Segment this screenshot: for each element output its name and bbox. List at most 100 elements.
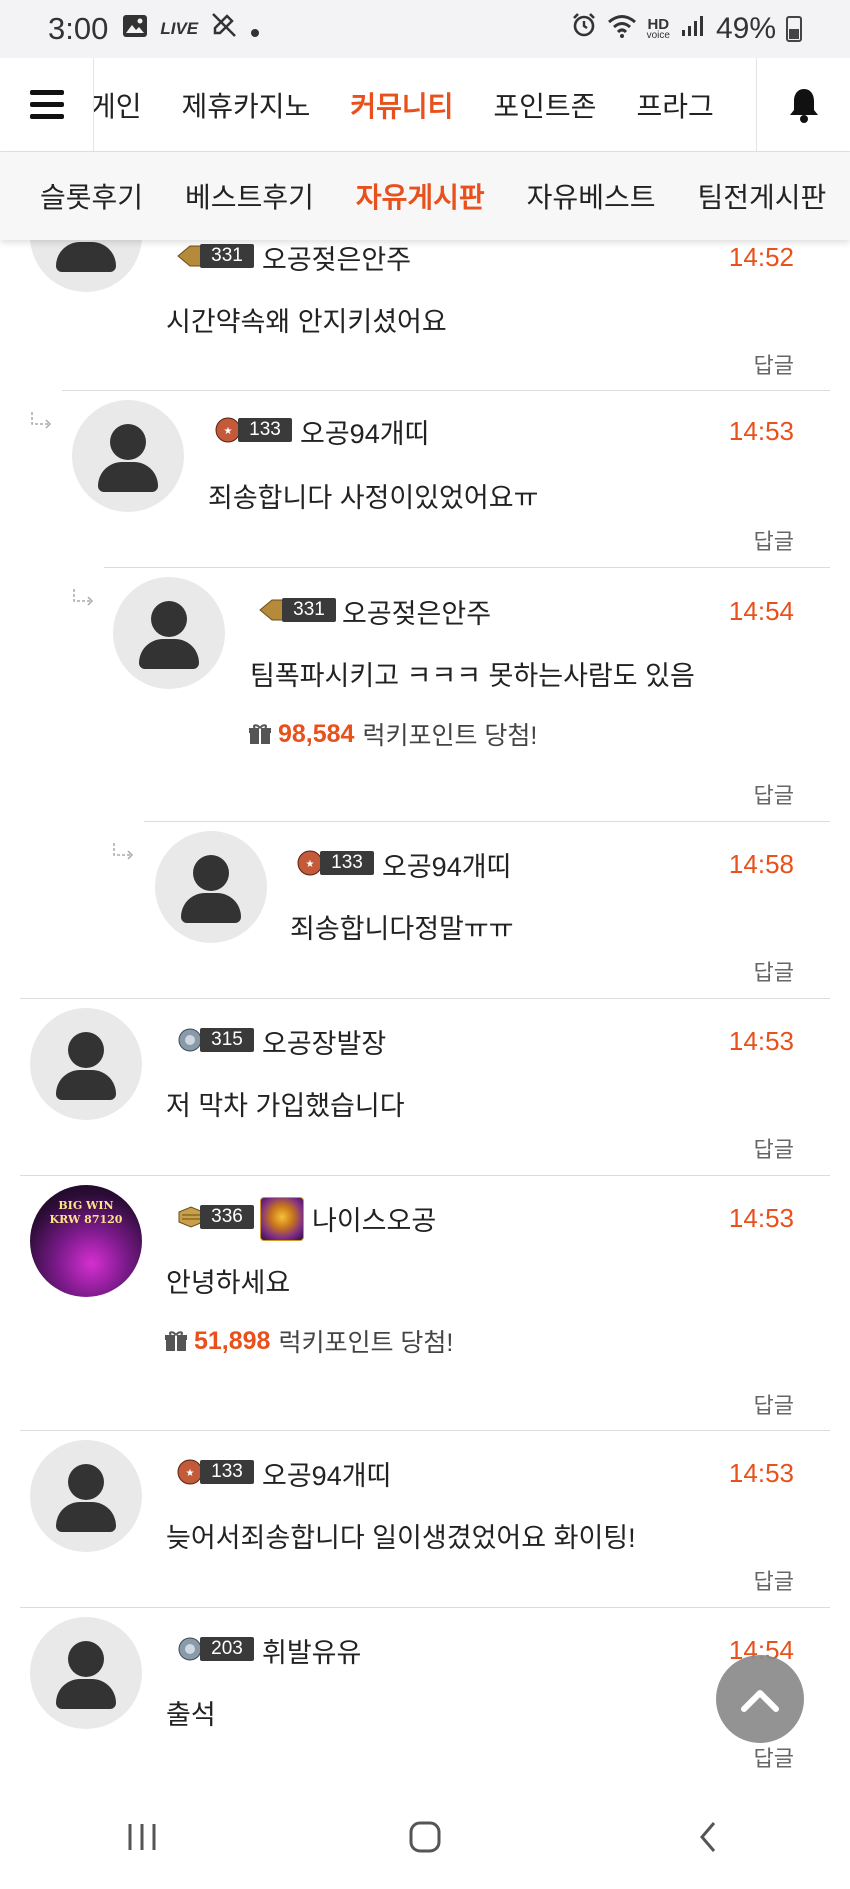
battery-icon: [786, 16, 802, 42]
sub-nav: 슬롯후기 베스트후기 자유게시판 자유베스트 팀전게시판: [0, 152, 850, 240]
alarm-icon: [571, 12, 597, 46]
reply-button[interactable]: 답글: [754, 1132, 794, 1164]
dot-icon: [250, 12, 260, 46]
reply-button[interactable]: 답글: [754, 778, 794, 810]
wifi-icon: [607, 12, 637, 46]
divider: [20, 1607, 830, 1608]
lucky-points-label: 럭키포인트 당첨!: [278, 1329, 454, 1357]
username[interactable]: 휘발유유: [262, 1631, 361, 1670]
level-badge: ★ 133: [296, 849, 374, 877]
sub-item-team-board[interactable]: 팀전게시판: [697, 176, 826, 216]
avatar[interactable]: BIG WIN KRW 87120: [30, 1185, 142, 1297]
avatar[interactable]: [113, 577, 225, 689]
level-number: 203: [200, 1637, 254, 1661]
status-bar: 3:00 LIVE HD voice 49%: [0, 0, 850, 58]
menu-icon[interactable]: [0, 57, 94, 152]
svg-text:★: ★: [306, 859, 315, 870]
sub-item-free-best[interactable]: 자유베스트: [527, 176, 656, 216]
username[interactable]: 오공젖은안주: [342, 592, 491, 631]
timestamp: 14:53: [728, 1458, 794, 1488]
hd-label: HD: [647, 15, 670, 33]
avatar[interactable]: [30, 1008, 142, 1120]
timestamp: 14:52: [728, 242, 794, 272]
comment-item: ★ 133 오공94개띠 14:58 죄송합니다정말ㅠㅠ 답글: [0, 821, 850, 998]
scroll-top-icon[interactable]: [716, 1655, 804, 1743]
home-icon[interactable]: [395, 1807, 455, 1867]
lucky-points-value: 98,584: [278, 719, 355, 748]
level-badge: 331: [176, 242, 254, 270]
recent-apps-icon[interactable]: [112, 1807, 172, 1867]
level-number: 336: [200, 1205, 254, 1229]
voice-label: voice: [646, 30, 670, 42]
nav-item-community[interactable]: 커뮤니티: [350, 85, 453, 125]
bell-icon[interactable]: [756, 57, 850, 152]
nav-item-point-zone[interactable]: 포인트존: [493, 85, 596, 125]
avatar[interactable]: [72, 400, 184, 512]
sub-item-best-review[interactable]: 베스트후기: [185, 176, 314, 216]
status-time: 3:00: [48, 11, 109, 46]
nav-item-game[interactable]: 게인: [94, 85, 142, 125]
reply-arrow-icon: [112, 843, 136, 863]
reply-arrow-icon: [30, 412, 54, 432]
username[interactable]: 오공94개띠: [382, 845, 511, 884]
comment-text: 출석: [166, 1700, 216, 1730]
svg-text:★: ★: [224, 426, 233, 437]
timestamp: 14:53: [728, 1203, 794, 1233]
level-badge: 315: [176, 1026, 254, 1054]
level-number: 133: [200, 1460, 254, 1484]
level-number: 133: [238, 418, 292, 442]
avatar[interactable]: [30, 1440, 142, 1552]
sub-item-free-board[interactable]: 자유게시판: [356, 176, 485, 216]
level-badge: ★ 133: [214, 416, 292, 444]
comment-item: ★ 133 오공94개띠 14:53 죄송합니다 사정이있었어요ㅠ 답글: [0, 390, 850, 567]
level-number: 133: [320, 851, 374, 875]
reply-button[interactable]: 답글: [754, 348, 794, 380]
timestamp: 14:54: [728, 596, 794, 626]
nav-item-program[interactable]: 프라그: [636, 85, 713, 125]
back-icon[interactable]: [678, 1807, 738, 1867]
comment-item: ★ 133 오공94개띠 14:53 늦어서죄송합니다 일이생겼었어요 화이팅!…: [0, 1430, 850, 1607]
lucky-points-label: 럭키포인트 당첨!: [362, 722, 538, 750]
comment-text: 시간약속왜 안지키셨어요: [166, 307, 447, 337]
reply-button[interactable]: 답글: [754, 1741, 794, 1773]
timestamp: 14:53: [728, 416, 794, 446]
divider: [104, 567, 830, 568]
battery-percent: 49%: [715, 12, 776, 45]
divider: [20, 1175, 830, 1176]
nav-item-partner-casino[interactable]: 제휴카지노: [182, 85, 311, 125]
username[interactable]: 오공장발장: [262, 1022, 386, 1061]
status-right: HD voice 49%: [571, 12, 802, 46]
system-nav-bar: [0, 1785, 850, 1889]
gift-icon: [249, 724, 271, 744]
top-nav: 게인 제휴카지노 커뮤니티 포인트존 프라그: [0, 57, 850, 152]
reply-button[interactable]: 답글: [754, 524, 794, 556]
divider: [20, 998, 830, 999]
comment-text: 저 막차 가입했습니다: [166, 1091, 405, 1121]
comment-item: 331 오공젖은안주 14:54 팀폭파시키고 ㅋㅋㅋ 못하는사람도 있음 98…: [0, 567, 850, 821]
reply-button[interactable]: 답글: [754, 1564, 794, 1596]
level-number: 331: [282, 598, 336, 622]
game-badge-icon: [260, 1197, 304, 1241]
avatar[interactable]: [30, 1617, 142, 1729]
username[interactable]: 오공젖은안주: [262, 238, 411, 277]
gallery-icon: [122, 12, 148, 46]
signal-icon: [680, 12, 706, 46]
avatar-text-bottom: KRW 87120: [49, 1213, 123, 1226]
edit-off-icon: [210, 11, 238, 47]
comment-item: 315 오공장발장 14:53 저 막차 가입했습니다 답글: [0, 998, 850, 1175]
timestamp: 14:53: [728, 1026, 794, 1056]
lucky-points-value: 51,898: [194, 1326, 271, 1355]
username[interactable]: 오공94개띠: [262, 1454, 391, 1493]
avatar[interactable]: [155, 831, 267, 943]
comment-text: 죄송합니다 사정이있었어요ㅠ: [208, 483, 539, 513]
reply-button[interactable]: 답글: [754, 955, 794, 987]
lucky-points: 51,898 럭키포인트 당첨!: [164, 1323, 453, 1359]
sub-item-slot-review[interactable]: 슬롯후기: [40, 176, 143, 216]
username[interactable]: 나이스오공: [312, 1199, 436, 1238]
comment-text: 안녕하세요: [166, 1268, 291, 1298]
divider: [144, 821, 830, 822]
reply-button[interactable]: 답글: [754, 1388, 794, 1420]
comment-text: 늦어서죄송합니다 일이생겼었어요 화이팅!: [166, 1523, 636, 1553]
username[interactable]: 오공94개띠: [300, 412, 429, 451]
svg-text:★: ★: [186, 1468, 195, 1479]
